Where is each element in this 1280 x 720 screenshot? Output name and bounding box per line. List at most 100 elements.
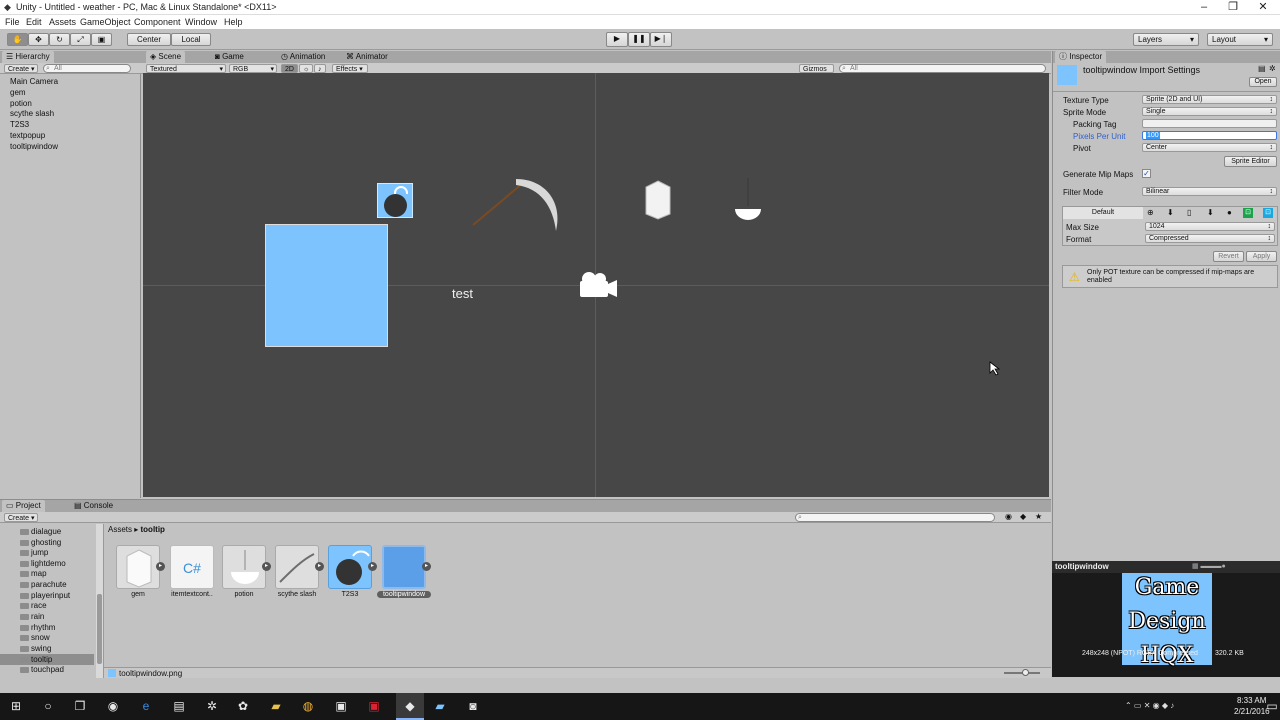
camera-app-icon[interactable]: ◙ xyxy=(465,698,481,714)
help-icon[interactable]: ▤ xyxy=(1258,64,1266,73)
expand-arrow-icon[interactable]: ▸ xyxy=(422,562,431,571)
ios-platform-icon[interactable]: ▯ xyxy=(1187,208,1191,217)
apply-button[interactable]: Apply xyxy=(1246,251,1277,262)
camera-gizmo-icon[interactable] xyxy=(575,270,619,300)
channel-dropdown[interactable]: RGB ▾ xyxy=(229,64,277,73)
2d-toggle[interactable]: 2D xyxy=(281,64,298,73)
shading-dropdown[interactable]: Textured ▾ xyxy=(146,64,226,73)
folder-map[interactable]: map xyxy=(20,569,47,579)
gem-sprite[interactable] xyxy=(645,180,671,220)
asset-potion[interactable]: ▸ potion xyxy=(222,545,271,598)
tab-animation[interactable]: ◷ Animation xyxy=(277,51,329,63)
close-icon[interactable]: ✕ xyxy=(1248,0,1278,15)
recorder-app-icon[interactable]: ▣ xyxy=(366,698,382,714)
tab-console[interactable]: ▤ Console xyxy=(70,500,117,512)
breadcrumb-assets[interactable]: Assets xyxy=(108,525,132,534)
zoom-slider-thumb[interactable] xyxy=(1022,669,1029,676)
asset-scythe-slash[interactable]: ▸ scythe slash xyxy=(275,545,324,598)
expand-arrow-icon[interactable]: ▸ xyxy=(315,562,324,571)
folder-touchpad[interactable]: touchpad xyxy=(20,665,64,675)
file-explorer-icon[interactable]: ▰ xyxy=(268,698,284,714)
xbox-platform-icon[interactable]: ⊡ xyxy=(1243,208,1253,218)
tab-animator[interactable]: ⌘ Animator xyxy=(342,51,392,63)
menu-file[interactable]: File xyxy=(5,17,20,27)
filter-label-icon[interactable]: ◆ xyxy=(1020,512,1026,521)
hierarchy-item-potion[interactable]: potion xyxy=(10,99,32,108)
hierarchy-item-scythe-slash[interactable]: scythe slash xyxy=(10,109,54,118)
settings-gear-icon[interactable]: ✲ xyxy=(1269,64,1276,73)
revert-button[interactable]: Revert xyxy=(1213,251,1244,262)
sprite-editor-button[interactable]: Sprite Editor xyxy=(1224,156,1277,167)
scythe-slash-sprite[interactable] xyxy=(471,173,566,238)
zoom-slider[interactable] xyxy=(1004,669,1040,676)
asset-tooltipwindow[interactable]: ▸ tooltipwindow xyxy=(377,545,431,598)
blackberry-platform-icon[interactable]: ● xyxy=(1227,208,1232,217)
rotate-tool-icon[interactable]: ↻ xyxy=(49,33,70,46)
web-platform-icon[interactable]: ⊕ xyxy=(1147,208,1154,217)
expand-arrow-icon[interactable]: ▸ xyxy=(368,562,377,571)
folder-swing[interactable]: swing xyxy=(20,644,51,654)
scene-viewport[interactable]: test xyxy=(143,73,1049,497)
packing-tag-field[interactable] xyxy=(1142,119,1277,128)
effects-dropdown[interactable]: Effects ▾ xyxy=(332,64,368,73)
mip-maps-checkbox[interactable]: ✓ xyxy=(1142,169,1151,178)
audio-icon[interactable]: ♪ xyxy=(314,64,326,73)
sprite-mode-dropdown[interactable]: Single ↕ xyxy=(1142,107,1277,116)
menu-assets[interactable]: Assets xyxy=(49,17,76,27)
search-icon[interactable]: ○ xyxy=(40,698,56,714)
minimize-icon[interactable]: – xyxy=(1189,0,1219,15)
menu-gameobject[interactable]: GameObject xyxy=(80,17,131,27)
media-app-icon[interactable]: ◉ xyxy=(105,698,121,714)
platform-default-tab[interactable]: Default xyxy=(1063,207,1143,219)
windows-store-platform-icon[interactable]: ⊡ xyxy=(1263,208,1273,218)
tab-project[interactable]: ▭ Project xyxy=(2,500,45,512)
rect-tool-icon[interactable]: ▣ xyxy=(91,33,112,46)
hand-tool-icon[interactable]: ✋ xyxy=(7,33,28,46)
paint-app-icon[interactable]: ▰ xyxy=(432,698,448,714)
folder-lightdemo[interactable]: lightdemo xyxy=(20,559,66,569)
menu-edit[interactable]: Edit xyxy=(26,17,42,27)
tab-inspector[interactable]: ⓘ Inspector xyxy=(1055,51,1107,63)
favorite-star-icon[interactable]: ★ xyxy=(1035,512,1042,521)
folder-jump[interactable]: jump xyxy=(20,548,48,558)
game-app-icon[interactable]: ▣ xyxy=(333,698,349,714)
tab-hierarchy[interactable]: ☰ Hierarchy xyxy=(2,51,54,63)
asset-gem[interactable]: ▸ gem xyxy=(116,545,165,598)
pivot-local-button[interactable]: Local xyxy=(171,33,211,46)
folder-rhythm[interactable]: rhythm xyxy=(20,623,55,633)
step-icon[interactable]: ▶❘ xyxy=(650,32,672,47)
windows-start-icon[interactable]: ⊞ xyxy=(8,698,24,714)
hierarchy-item-tooltipwindow[interactable]: tooltipwindow xyxy=(10,142,58,151)
project-search-input[interactable]: ⌕ xyxy=(795,513,995,522)
pivot-dropdown[interactable]: Center ↕ xyxy=(1142,143,1277,152)
hierarchy-item-textpopup[interactable]: textpopup xyxy=(10,131,45,140)
scene-search-input[interactable]: ⌕ All xyxy=(839,64,1046,73)
expand-arrow-icon[interactable]: ▸ xyxy=(156,562,165,571)
folder-tree-scrollbar[interactable] xyxy=(96,524,103,678)
pause-icon[interactable]: ❚❚ xyxy=(628,32,650,47)
format-dropdown[interactable]: Compressed ↕ xyxy=(1145,234,1275,243)
photos-app-icon[interactable]: ✿ xyxy=(235,698,251,714)
standalone-platform-icon[interactable]: ⬇ xyxy=(1167,208,1174,217)
gear-app-icon[interactable]: ✲ xyxy=(204,698,220,714)
tab-scene[interactable]: ◈ Scene xyxy=(146,51,186,63)
asset-t2s3[interactable]: ▸ T2S3 xyxy=(328,545,377,598)
task-view-icon[interactable]: ❐ xyxy=(72,698,88,714)
gizmos-dropdown[interactable]: Gizmos ▾ xyxy=(799,64,834,82)
move-tool-icon[interactable]: ✥ xyxy=(28,33,49,46)
hierarchy-item-main-camera[interactable]: Main Camera xyxy=(10,77,58,86)
tooltipwindow-sprite[interactable] xyxy=(265,224,388,347)
filter-mode-dropdown[interactable]: Bilinear ↕ xyxy=(1142,187,1277,196)
android-platform-icon[interactable]: ⬇ xyxy=(1207,208,1214,217)
pivot-center-button[interactable]: Center xyxy=(127,33,171,46)
maximize-icon[interactable]: ❐ xyxy=(1218,0,1248,15)
store-icon[interactable]: ▤ xyxy=(171,698,187,714)
project-create-button[interactable]: Create ▾ xyxy=(4,513,39,522)
folder-dialague[interactable]: dialague xyxy=(20,527,61,537)
expand-arrow-icon[interactable]: ▸ xyxy=(262,562,271,571)
potion-sprite[interactable] xyxy=(733,178,763,222)
folder-playerinput[interactable]: playerinput xyxy=(20,591,70,601)
menu-component[interactable]: Component xyxy=(134,17,181,27)
tab-game[interactable]: ◙ Game xyxy=(211,51,248,63)
hierarchy-create-button[interactable]: Create ▾ xyxy=(4,64,39,73)
